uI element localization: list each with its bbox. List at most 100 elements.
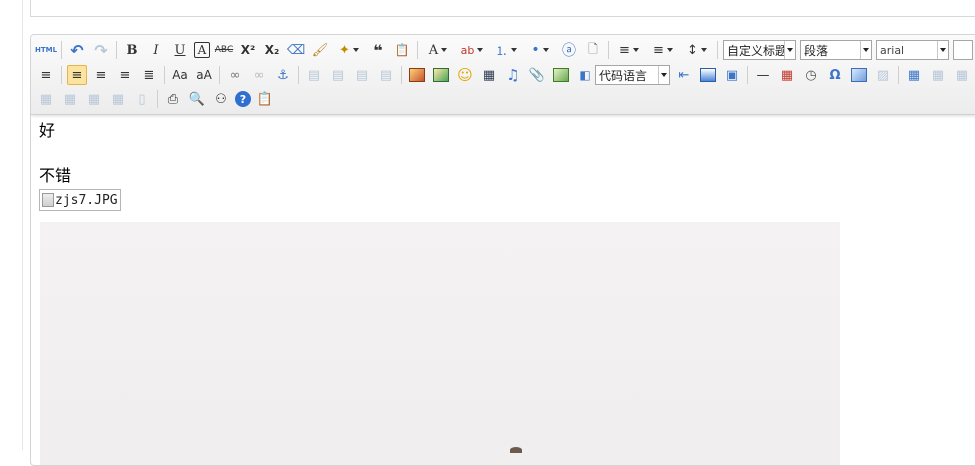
- italic-button[interactable]: I: [146, 40, 166, 60]
- delete-col-icon[interactable]: ▦: [108, 89, 128, 109]
- separator: [717, 41, 718, 59]
- gmap-icon[interactable]: ◧: [575, 65, 595, 85]
- left-gutter: [0, 0, 23, 450]
- help-icon[interactable]: ?: [235, 91, 251, 107]
- broken-image[interactable]: zjs7.JPG: [39, 189, 121, 211]
- toolbar-row-2: ≡ ≡ ≡ ≡ ≣ Aa aA ∞ ∞ ⚓ ▤ ▤ ▤ ▤ ☺ ▦ ♫ 📎 ◧ …: [34, 63, 974, 87]
- paragraph-value: 段落: [804, 43, 829, 58]
- horizontal-rule-icon[interactable]: —: [753, 65, 773, 85]
- time-icon[interactable]: ◷: [801, 65, 821, 85]
- image-left-icon[interactable]: ▤: [328, 65, 348, 85]
- separator: [61, 66, 62, 84]
- template-icon[interactable]: [698, 65, 718, 85]
- preview-icon[interactable]: 🔍: [187, 89, 207, 109]
- to-uppercase-icon[interactable]: Aa: [170, 65, 190, 85]
- delete-table-icon[interactable]: ▦: [928, 65, 948, 85]
- insert-video-icon[interactable]: ▦: [479, 65, 499, 85]
- font-border-button[interactable]: A: [194, 42, 210, 58]
- separator: [898, 66, 899, 84]
- broken-image-icon: [42, 193, 54, 207]
- auto-typeset-icon[interactable]: ✦: [334, 40, 364, 60]
- anchor-icon[interactable]: ⚓: [273, 65, 293, 85]
- align-right-icon[interactable]: ≡: [115, 65, 135, 85]
- wordimage-icon[interactable]: [849, 65, 869, 85]
- drafts-icon[interactable]: 📋: [255, 89, 275, 109]
- chevron-down-icon: [784, 41, 795, 59]
- image-center-icon[interactable]: ▤: [376, 65, 396, 85]
- unlink-icon[interactable]: ∞: [249, 65, 269, 85]
- image-none-icon[interactable]: ▤: [304, 65, 324, 85]
- search-replace-icon[interactable]: ⚇: [211, 89, 231, 109]
- clear-doc-icon[interactable]: 🗋: [583, 40, 603, 60]
- separator: [608, 41, 609, 59]
- undo-icon[interactable]: ↶: [67, 40, 87, 60]
- insert-paragraph-before-table-icon[interactable]: ▦: [952, 65, 972, 85]
- format-match-icon[interactable]: 🖌: [310, 40, 330, 60]
- merge-cells-icon[interactable]: ▯: [132, 89, 152, 109]
- align-center-icon[interactable]: ≡: [91, 65, 111, 85]
- link-icon[interactable]: ∞: [225, 65, 245, 85]
- rich-text-editor[interactable]: HTML ↶ ↷ B I U A ABC X² X₂ ⌫ 🖌 ✦ ❝ 📋 A a…: [30, 34, 975, 466]
- emotion-icon[interactable]: ☺: [455, 65, 475, 85]
- separator: [219, 66, 220, 84]
- chevron-down-icon: [658, 66, 669, 84]
- unordered-list-icon[interactable]: •: [525, 40, 555, 60]
- insert-table-icon[interactable]: ▦: [904, 65, 924, 85]
- font-family-select[interactable]: arial: [876, 40, 949, 60]
- separator: [116, 41, 117, 59]
- background-icon[interactable]: ▣: [722, 65, 742, 85]
- strikethrough-button[interactable]: ABC: [214, 40, 234, 60]
- broken-image-alt: zjs7.JPG: [55, 192, 118, 208]
- attachment-icon[interactable]: 📎: [527, 65, 547, 85]
- backcolor-icon[interactable]: ab: [457, 40, 487, 60]
- separator: [401, 66, 402, 84]
- forecolor-icon[interactable]: A: [423, 40, 453, 60]
- code-language-value: 代码语言: [599, 68, 648, 83]
- top-input-box[interactable]: [30, 0, 975, 17]
- to-lowercase-icon[interactable]: aA: [194, 65, 214, 85]
- map-icon[interactable]: [551, 65, 571, 85]
- superscript-button[interactable]: X²: [238, 40, 258, 60]
- separator: [157, 90, 158, 108]
- insert-col-icon[interactable]: ▦: [84, 89, 104, 109]
- redo-icon[interactable]: ↷: [91, 40, 111, 60]
- ordered-list-icon[interactable]: ⒈: [491, 40, 521, 60]
- editor-toolbar: HTML ↶ ↷ B I U A ABC X² X₂ ⌫ 🖌 ✦ ❝ 📋 A a…: [31, 35, 975, 115]
- font-family-value: arial: [880, 43, 905, 57]
- insert-row-icon[interactable]: ▦: [36, 89, 56, 109]
- content-photo[interactable]: [40, 222, 840, 465]
- separator: [417, 41, 418, 59]
- paragraph-select[interactable]: 段落: [800, 40, 872, 60]
- source-html-button[interactable]: HTML: [35, 40, 57, 60]
- row-spacing-bottom-icon[interactable]: ≡: [648, 40, 678, 60]
- align-left-icon[interactable]: ≡: [67, 65, 87, 85]
- editor-content[interactable]: 好 不错 zjs7.JPG: [39, 121, 121, 211]
- chevron-down-icon: [937, 41, 948, 59]
- scrawl-icon[interactable]: ▨: [873, 65, 893, 85]
- font-size-select[interactable]: [953, 40, 973, 60]
- simple-upload-icon[interactable]: [407, 65, 427, 85]
- blockquote-icon[interactable]: ❝: [368, 40, 388, 60]
- separator: [747, 66, 748, 84]
- align-justify-icon[interactable]: ≣: [139, 65, 159, 85]
- indent-icon[interactable]: ≡: [36, 65, 56, 85]
- insert-image-icon[interactable]: [431, 65, 451, 85]
- image-right-icon[interactable]: ▤: [352, 65, 372, 85]
- subscript-button[interactable]: X₂: [262, 40, 282, 60]
- row-spacing-top-icon[interactable]: ≡: [614, 40, 644, 60]
- print-icon[interactable]: ⎙: [163, 89, 183, 109]
- delete-row-icon[interactable]: ▦: [60, 89, 80, 109]
- underline-button[interactable]: U: [170, 40, 190, 60]
- custom-style-select[interactable]: 自定义标题: [723, 40, 796, 60]
- select-all-icon[interactable]: ⓐ: [559, 40, 579, 60]
- music-icon[interactable]: ♫: [503, 65, 523, 85]
- line-height-icon[interactable]: ↕: [682, 40, 712, 60]
- date-icon[interactable]: ▦: [777, 65, 797, 85]
- eraser-icon[interactable]: ⌫: [286, 40, 306, 60]
- page-break-icon[interactable]: ⇤: [674, 65, 694, 85]
- paste-plain-icon[interactable]: 📋: [392, 40, 412, 60]
- code-language-select[interactable]: 代码语言: [595, 65, 670, 85]
- bold-button[interactable]: B: [122, 40, 142, 60]
- special-chars-icon[interactable]: Ω: [825, 65, 845, 85]
